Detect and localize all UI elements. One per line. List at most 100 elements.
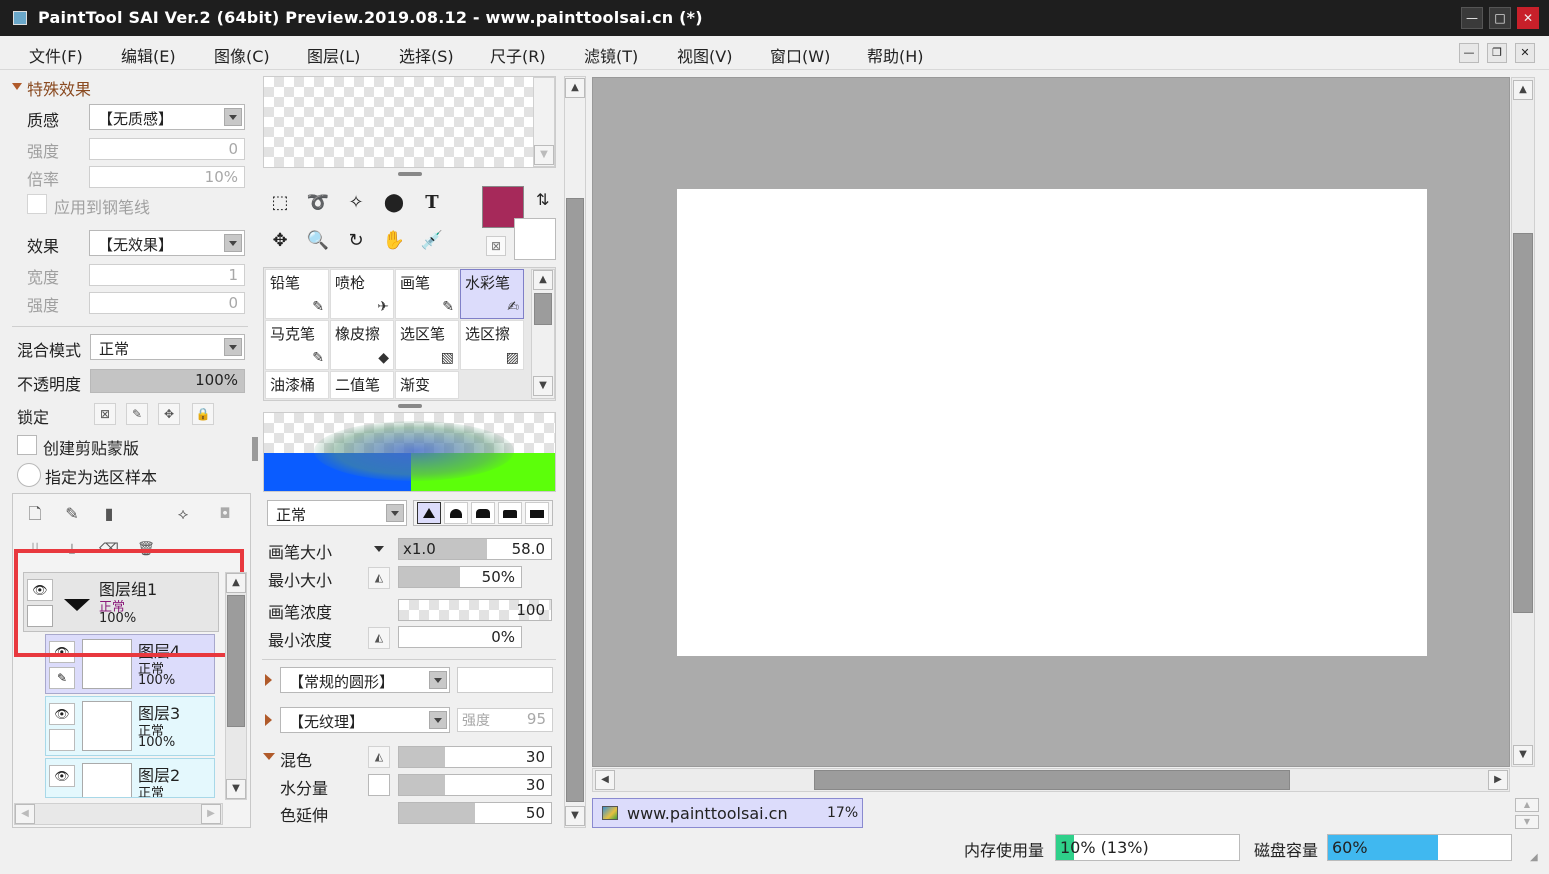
scroll-down-icon[interactable]: ▼ (534, 145, 554, 165)
brush-texture-select[interactable]: 【无纹理】 (280, 707, 450, 733)
lock-all-icon[interactable]: 🔒 (192, 403, 214, 425)
scroll-left-icon[interactable]: ◀ (595, 770, 615, 790)
collapse-arrow-icon[interactable] (12, 83, 22, 90)
scale-field[interactable]: 10% (89, 166, 245, 188)
scroll-right-icon[interactable]: ▶ (1488, 770, 1508, 790)
scroll-up-icon[interactable]: ▲ (1513, 80, 1533, 100)
new-linework-layer-icon[interactable]: ✎ (61, 504, 83, 526)
tab-scroll-down-icon[interactable]: ▼ (1515, 815, 1539, 829)
brush-select-eraser[interactable]: 选区擦 ▨ (460, 320, 524, 370)
swap-colors-icon[interactable]: ⇅ (536, 190, 549, 209)
brush-brush[interactable]: 画笔 ✎ (395, 269, 459, 319)
lasso-icon[interactable]: ➰ (302, 188, 334, 220)
shape-square-icon[interactable] (525, 502, 549, 524)
selection-source-radio[interactable] (17, 463, 41, 487)
pressure-icon[interactable]: ◭ (368, 627, 390, 649)
size-dropdown-icon[interactable] (374, 546, 384, 552)
eye-icon[interactable]: 👁 (49, 703, 75, 725)
clip-mask-checkbox[interactable] (17, 435, 37, 455)
scroll-left-icon[interactable]: ◀ (15, 804, 35, 824)
scroll-right-icon[interactable]: ▶ (201, 804, 221, 824)
new-layer-icon[interactable]: 🗋 (24, 504, 46, 526)
canvas-vscroll-thumb[interactable] (1513, 233, 1533, 613)
menu-filter[interactable]: 滤镜(T) (584, 43, 638, 67)
menu-help[interactable]: 帮助(H) (867, 43, 924, 67)
scroll-down-icon[interactable]: ▼ (1513, 745, 1533, 765)
texture-select[interactable]: 【无质感】 (89, 104, 245, 130)
tool-panel-scroll-thumb[interactable] (566, 198, 584, 802)
layer-effect-icon[interactable]: ⟡ (172, 504, 194, 526)
document-tab[interactable]: www.painttoolsai.cn 17% (592, 798, 863, 828)
scroll-up-icon[interactable]: ▲ (565, 78, 585, 98)
apply-pen-checkbox[interactable] (27, 194, 47, 214)
lock-move-icon[interactable]: ✥ (158, 403, 180, 425)
doc-restore-button[interactable]: ❐ (1487, 43, 1507, 63)
collapse-arrow-icon[interactable] (263, 753, 275, 760)
rect-select-icon[interactable]: ⬚ (264, 188, 296, 220)
opacity-slider[interactable]: 100% (90, 369, 245, 393)
brush-mode-select[interactable]: 正常 (267, 500, 407, 526)
panel-splitter[interactable] (252, 437, 258, 461)
clear-layer-icon[interactable]: ⌫ (98, 539, 120, 561)
brush-size-slider[interactable]: x1.0 58.0 (398, 538, 552, 560)
menu-file[interactable]: 文件(F) (29, 43, 83, 67)
new-layer-group-icon[interactable]: ▮ (98, 504, 120, 526)
shape-round-icon[interactable] (471, 502, 495, 524)
lock-transparency-icon[interactable]: ⊠ (94, 403, 116, 425)
eye-icon[interactable]: 👁 (49, 641, 75, 663)
panel-splitter[interactable] (398, 404, 422, 408)
brush-gradient[interactable]: 渐变 (395, 371, 459, 399)
tab-scroll-up-icon[interactable]: ▲ (1515, 798, 1539, 812)
canvas-viewport[interactable] (592, 77, 1510, 767)
layer-list-scroll-thumb[interactable] (227, 595, 245, 727)
minimize-button[interactable]: — (1461, 7, 1483, 29)
width-field[interactable]: 1 (89, 264, 245, 286)
strength-field[interactable]: 0 (89, 138, 245, 160)
doc-close-button[interactable]: ✕ (1515, 43, 1535, 63)
effect-select[interactable]: 【无效果】 (89, 230, 245, 256)
layer-list-hscrollbar[interactable] (14, 803, 223, 825)
expand-arrow-icon[interactable] (265, 674, 272, 686)
brush-pencil[interactable]: 铅笔 ✎ (265, 269, 329, 319)
water-slider[interactable]: 30 (398, 774, 552, 796)
doc-minimize-button[interactable]: — (1459, 43, 1479, 63)
brush-binary-pen[interactable]: 二值笔 (330, 371, 394, 399)
close-button[interactable]: ✕ (1517, 7, 1539, 29)
layer-group-row[interactable]: 👁 图层组1 正常 100% (23, 572, 219, 632)
brush-grid-scroll-thumb[interactable] (534, 293, 552, 325)
shape-hard-icon[interactable] (417, 502, 441, 524)
lock-paint-icon[interactable]: ✎ (126, 403, 148, 425)
delete-layer-icon[interactable]: 🗑 (135, 539, 157, 561)
navigator-preview[interactable] (263, 76, 556, 168)
secondary-color-swatch[interactable] (514, 218, 556, 260)
min-density-slider[interactable]: 0% (398, 626, 522, 648)
menu-window[interactable]: 窗口(W) (770, 43, 830, 67)
texture-strength-field[interactable]: 强度 95 (457, 708, 553, 732)
menu-image[interactable]: 图像(C) (214, 43, 270, 67)
brush-airbrush[interactable]: 喷枪 ✈ (330, 269, 394, 319)
expand-arrow-icon[interactable] (265, 714, 272, 726)
menu-layer[interactable]: 图层(L) (307, 43, 360, 67)
menu-select[interactable]: 选择(S) (399, 43, 454, 67)
transparent-color-icon[interactable]: ⊠ (486, 236, 506, 256)
menu-ruler[interactable]: 尺子(R) (490, 43, 546, 67)
menu-view[interactable]: 视图(V) (677, 43, 732, 67)
eye-icon[interactable]: 👁 (49, 765, 75, 787)
canvas[interactable] (677, 189, 1427, 656)
maximize-button[interactable]: □ (1489, 7, 1511, 29)
brush-marker[interactable]: 马克笔 ✎ (265, 320, 329, 370)
menu-edit[interactable]: 编辑(E) (121, 43, 176, 67)
scroll-up-icon[interactable]: ▲ (533, 270, 553, 290)
rotate-icon[interactable]: ↻ (340, 226, 372, 258)
zoom-icon[interactable]: 🔍 (302, 226, 334, 258)
layer-mask-icon[interactable]: ◘ (214, 504, 236, 526)
shape-flat-icon[interactable] (498, 502, 522, 524)
resize-grip-icon[interactable]: ◢ (1530, 852, 1538, 863)
transfer-down-icon[interactable]: ⇊ (24, 539, 46, 561)
extend-slider[interactable]: 50 (398, 802, 552, 824)
shape-medium-icon[interactable] (444, 502, 468, 524)
pencil-icon[interactable]: ✎ (49, 667, 75, 689)
text-tool-icon[interactable]: T (416, 188, 448, 220)
brush-watercolor[interactable]: 水彩笔 ✍ (460, 269, 524, 319)
magic-wand-icon[interactable]: ✧ (340, 188, 372, 220)
